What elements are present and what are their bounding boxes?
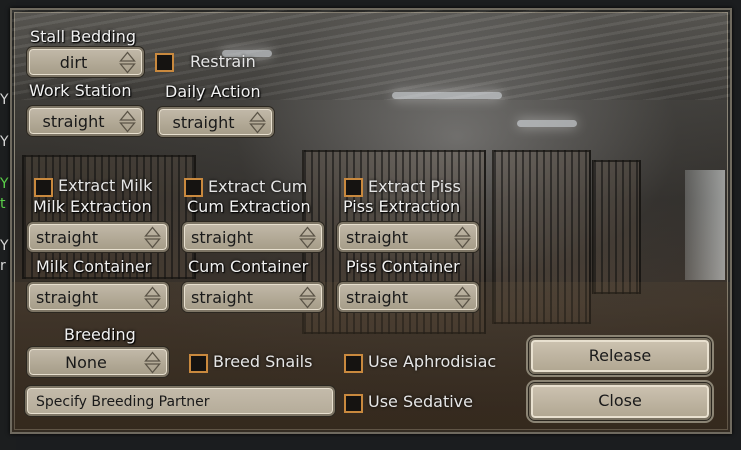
breeding-label: Breeding [64, 325, 136, 344]
use-aphrodisiac-checkbox[interactable] [344, 354, 363, 373]
daily-action-spinner[interactable]: straight [157, 107, 274, 137]
extract-cum-checkbox[interactable] [184, 178, 203, 197]
milk-container-spinner[interactable]: straight [27, 282, 169, 312]
chevron-down-icon[interactable] [144, 298, 161, 309]
chevron-up-icon[interactable] [144, 351, 161, 362]
breeding-spinner[interactable]: None [27, 347, 169, 377]
breeding-value: None [65, 353, 107, 372]
chevron-up-icon[interactable] [454, 226, 471, 237]
spinner-arrows [298, 286, 318, 310]
background-letter: Y [0, 238, 9, 254]
cum-extraction-value: straight [191, 228, 254, 247]
milk-extraction-label: Milk Extraction [33, 197, 152, 216]
cum-extraction-spinner[interactable]: straight [182, 222, 324, 252]
use-sedative-label: Use Sedative [368, 392, 473, 411]
spinner-arrows [118, 110, 138, 134]
extract-cum-label: Extract Cum [208, 177, 308, 196]
chevron-down-icon[interactable] [299, 298, 316, 309]
spinner-arrows [453, 226, 473, 250]
extract-piss-checkbox[interactable] [344, 178, 363, 197]
extract-piss-label: Extract Piss [368, 177, 461, 196]
ceiling-lamp-image [517, 120, 577, 127]
daily-action-value: straight [172, 113, 235, 132]
specify-breeding-partner-button[interactable]: Specify Breeding Partner [25, 386, 335, 416]
barn-door-image [685, 170, 725, 280]
stall-bedding-label: Stall Bedding [30, 27, 137, 46]
spinner-arrows [248, 111, 268, 135]
chevron-up-icon[interactable] [144, 286, 161, 297]
piss-extraction-spinner[interactable]: straight [337, 222, 479, 252]
work-station-label: Work Station [29, 81, 132, 100]
cum-container-spinner[interactable]: straight [182, 282, 324, 312]
extract-milk-label: Extract Milk [58, 176, 153, 195]
work-station-value: straight [42, 112, 105, 131]
piss-container-spinner[interactable]: straight [337, 282, 479, 312]
use-sedative-checkbox[interactable] [344, 394, 363, 413]
spinner-arrows [143, 351, 163, 375]
work-station-spinner[interactable]: straight [27, 106, 144, 136]
chevron-up-icon[interactable] [299, 226, 316, 237]
spinner-arrows [453, 286, 473, 310]
milk-extraction-value: straight [36, 228, 99, 247]
restrain-checkbox[interactable] [155, 53, 174, 72]
piss-container-label: Piss Container [346, 257, 460, 276]
piss-container-value: straight [346, 288, 409, 307]
breed-snails-checkbox[interactable] [189, 354, 208, 373]
chevron-up-icon[interactable] [144, 226, 161, 237]
background-letter: Y [0, 92, 9, 108]
background-letter: Y [0, 134, 9, 150]
spinner-arrows [143, 286, 163, 310]
stall-bedding-value: dirt [59, 53, 88, 72]
use-aphrodisiac-label: Use Aphrodisiac [368, 352, 497, 371]
spinner-arrows [298, 226, 318, 250]
extract-milk-checkbox[interactable] [34, 178, 53, 197]
daily-action-label: Daily Action [165, 82, 261, 101]
chevron-up-icon[interactable] [454, 286, 471, 297]
cum-container-label: Cum Container [188, 257, 309, 276]
close-button[interactable]: Close [529, 383, 711, 420]
chevron-up-icon[interactable] [249, 111, 266, 122]
stall-gate-image [592, 160, 641, 294]
cum-container-value: straight [191, 288, 254, 307]
chevron-down-icon[interactable] [144, 363, 161, 374]
background-letter: r [0, 258, 6, 274]
milk-extraction-spinner[interactable]: straight [27, 222, 169, 252]
cum-extraction-label: Cum Extraction [187, 197, 311, 216]
chevron-up-icon[interactable] [119, 51, 136, 62]
chevron-down-icon[interactable] [249, 123, 266, 134]
background-letter: Y [0, 176, 9, 192]
restrain-label: Restrain [190, 52, 256, 71]
chevron-down-icon[interactable] [144, 238, 161, 249]
spinner-arrows [143, 226, 163, 250]
chevron-down-icon[interactable] [119, 63, 136, 74]
breed-snails-label: Breed Snails [213, 352, 313, 371]
chevron-down-icon[interactable] [119, 122, 136, 133]
piss-extraction-label: Piss Extraction [343, 197, 461, 216]
stall-bedding-spinner[interactable]: dirt [27, 47, 144, 77]
chevron-down-icon[interactable] [454, 298, 471, 309]
release-button[interactable]: Release [529, 338, 711, 374]
milk-container-value: straight [36, 288, 99, 307]
background-letter: t [0, 196, 6, 212]
chevron-up-icon[interactable] [299, 286, 316, 297]
stall-settings-panel: Stall Bedding dirt Restrain Work Station… [10, 8, 732, 434]
milk-container-label: Milk Container [36, 257, 152, 276]
ceiling-lamp-image [392, 92, 502, 99]
chevron-down-icon[interactable] [454, 238, 471, 249]
specify-breeding-partner-label: Specify Breeding Partner [36, 394, 210, 410]
chevron-down-icon[interactable] [299, 238, 316, 249]
spinner-arrows [118, 51, 138, 75]
chevron-up-icon[interactable] [119, 110, 136, 121]
piss-extraction-value: straight [346, 228, 409, 247]
